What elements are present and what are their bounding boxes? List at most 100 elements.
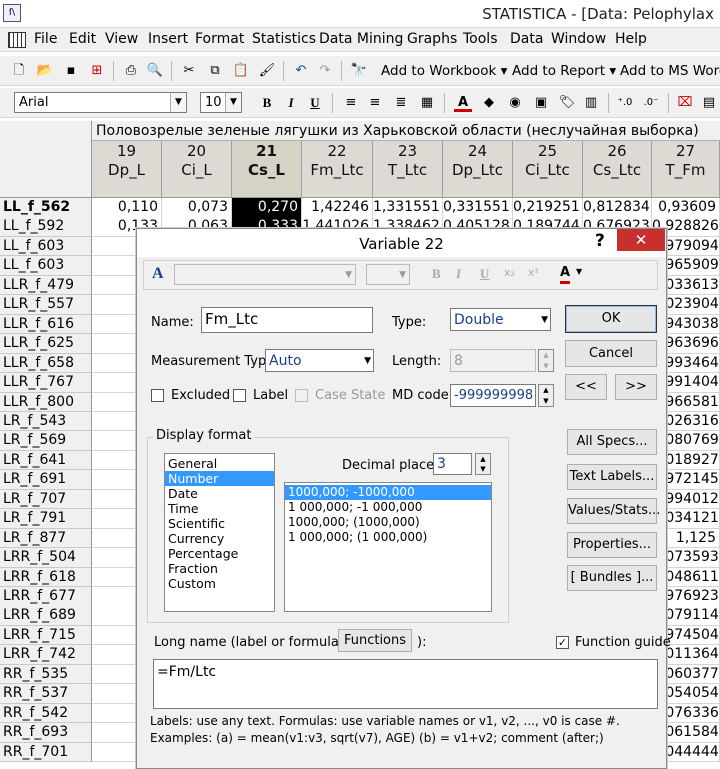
row-header[interactable]: LR_f_791 bbox=[0, 509, 92, 529]
column-icon[interactable]: ▤ bbox=[700, 94, 718, 112]
underline-icon[interactable]: U bbox=[480, 266, 489, 282]
menu-edit[interactable]: Edit bbox=[69, 31, 96, 47]
type-select[interactable]: Double ▼ bbox=[450, 308, 551, 331]
number-format-option[interactable]: 1000,000; (1000,000) bbox=[285, 515, 491, 530]
chevron-down-icon[interactable]: ▼ bbox=[541, 309, 548, 330]
table-cell[interactable]: 0,110 bbox=[92, 198, 162, 218]
row-header[interactable]: LR_f_707 bbox=[0, 489, 92, 510]
cancel-button[interactable]: Cancel bbox=[565, 340, 657, 367]
number-format-option[interactable]: 1 000,000; -1 000,000 bbox=[285, 500, 491, 515]
table-cell[interactable]: 1,42246 bbox=[302, 198, 373, 218]
pdf-icon[interactable]: ⊞ bbox=[88, 62, 106, 80]
row-header[interactable]: LLR_f_658 bbox=[0, 353, 92, 374]
align-left-icon[interactable]: ≡ bbox=[342, 94, 360, 112]
add-to-report-button[interactable]: Add to Report ▾ bbox=[512, 63, 616, 79]
table-cell[interactable]: 0,219251 bbox=[513, 198, 583, 218]
subscript-icon[interactable]: x₂ bbox=[504, 266, 515, 279]
dialog-font-combo[interactable]: ▼ bbox=[174, 264, 356, 285]
row-header[interactable]: LL_f_562 bbox=[0, 198, 92, 218]
align-center-icon[interactable]: ≡ bbox=[366, 94, 384, 112]
text-labels-button[interactable]: Text Labels... bbox=[567, 464, 657, 490]
delete-column-icon[interactable]: ⌧ bbox=[676, 94, 694, 112]
italic-icon[interactable]: I bbox=[282, 94, 300, 112]
row-header[interactable]: LLR_f_800 bbox=[0, 392, 92, 412]
print-icon[interactable]: ⎙ bbox=[122, 62, 140, 80]
table-cell[interactable]: 0,93609 bbox=[652, 198, 720, 218]
grid-icon[interactable]: ▥ bbox=[582, 94, 600, 112]
column-header[interactable]: 21 Cs_L bbox=[232, 141, 302, 198]
column-header[interactable]: 26 Cs_Ltc bbox=[583, 141, 652, 198]
format-option[interactable]: Number bbox=[165, 471, 274, 486]
highlight-color-icon[interactable]: ◆ bbox=[480, 94, 498, 112]
increase-decimal-icon[interactable]: ⁺.0 bbox=[616, 94, 634, 112]
next-button[interactable]: >> bbox=[615, 374, 657, 400]
row-header[interactable]: LL_f_603 bbox=[0, 236, 92, 257]
font-color-icon[interactable]: A bbox=[454, 94, 472, 112]
row-header[interactable]: LRR_f_715 bbox=[0, 625, 92, 646]
properties-button[interactable]: Properties... bbox=[567, 532, 657, 558]
chevron-down-icon[interactable]: ▼ bbox=[225, 93, 241, 112]
format-option[interactable]: Percentage bbox=[165, 546, 274, 561]
format-option[interactable]: General bbox=[165, 456, 274, 471]
format-option[interactable]: Date bbox=[165, 486, 274, 501]
column-header[interactable]: 23 T_Ltc bbox=[373, 141, 443, 198]
table-cell[interactable]: 1,331551 bbox=[373, 198, 443, 218]
table-cell[interactable]: 0,073 bbox=[162, 198, 232, 218]
dialog-size-combo[interactable]: ▼ bbox=[366, 264, 410, 285]
format-option[interactable]: Currency bbox=[165, 531, 274, 546]
row-header[interactable]: LL_f_592 bbox=[0, 217, 92, 237]
fill-color-icon[interactable]: ◉ bbox=[506, 94, 524, 112]
bold-icon[interactable]: B bbox=[432, 266, 441, 282]
menu-tools[interactable]: Tools bbox=[463, 31, 498, 47]
row-header[interactable]: LLR_f_767 bbox=[0, 373, 92, 393]
md-code-input[interactable]: -999999998 bbox=[450, 384, 536, 407]
number-format-listbox[interactable]: 1000,000; -1000,000 1 000,000; -1 000,000… bbox=[284, 482, 492, 612]
redo-icon[interactable]: ↷ bbox=[316, 62, 334, 80]
close-icon[interactable]: ✕ bbox=[617, 229, 665, 251]
menu-data[interactable]: Data bbox=[510, 31, 543, 47]
open-icon[interactable]: 📂 bbox=[36, 62, 54, 80]
column-header[interactable]: 24 Dp_Ltc bbox=[443, 141, 513, 198]
format-option[interactable]: Scientific bbox=[165, 516, 274, 531]
decrease-decimal-icon[interactable]: .0⁻ bbox=[642, 94, 660, 112]
font-color-icon[interactable]: A bbox=[560, 264, 571, 284]
superscript-icon[interactable]: x² bbox=[528, 266, 539, 279]
excluded-checkbox[interactable] bbox=[151, 389, 164, 402]
underline-icon[interactable]: U bbox=[306, 94, 324, 112]
spreadsheet-icon[interactable] bbox=[8, 32, 26, 48]
format-painter-icon[interactable]: 🖌 bbox=[258, 62, 276, 80]
row-header[interactable]: RR_f_542 bbox=[0, 703, 92, 724]
save-icon[interactable]: ▪ bbox=[62, 62, 80, 80]
paste-icon[interactable]: 📋 bbox=[232, 62, 250, 80]
all-specs-button[interactable]: All Specs... bbox=[567, 429, 657, 455]
label-checkbox[interactable] bbox=[233, 389, 246, 402]
print-preview-icon[interactable]: 🔍 bbox=[146, 62, 164, 80]
sheet-corner[interactable] bbox=[0, 121, 92, 198]
align-right-icon[interactable]: ≣ bbox=[392, 94, 410, 112]
ok-button[interactable]: OK bbox=[565, 305, 657, 333]
row-header[interactable]: RR_f_693 bbox=[0, 723, 92, 743]
row-header[interactable]: LR_f_569 bbox=[0, 431, 92, 451]
function-guide-checkbox[interactable]: ✓ bbox=[556, 636, 569, 649]
table-cell[interactable]: 0,331551 bbox=[443, 198, 513, 218]
number-format-option[interactable]: 1000,000; -1000,000 bbox=[285, 485, 491, 500]
add-to-workbook-button[interactable]: Add to Workbook ▾ bbox=[381, 63, 507, 79]
chevron-down-icon[interactable]: ▼ bbox=[364, 350, 371, 371]
bundles-button[interactable]: [ Bundles ]... bbox=[567, 565, 657, 591]
row-header[interactable]: LR_f_877 bbox=[0, 528, 92, 549]
previous-button[interactable]: << bbox=[565, 374, 607, 400]
column-header[interactable]: 27 T_Fm bbox=[652, 141, 720, 198]
row-header[interactable]: LL_f_603 bbox=[0, 256, 92, 276]
row-header[interactable]: LLR_f_479 bbox=[0, 275, 92, 296]
menu-view[interactable]: View bbox=[105, 31, 138, 47]
menu-graphs[interactable]: Graphs bbox=[407, 31, 457, 47]
new-icon[interactable]: 🗋 bbox=[10, 62, 28, 80]
format-option[interactable]: Custom bbox=[165, 576, 274, 591]
name-input[interactable]: Fm_Ltc bbox=[201, 307, 373, 333]
add-to-ms-word-button[interactable]: Add to MS Word bbox=[620, 63, 720, 79]
number-format-option[interactable]: 1 000,000; (1 000,000) bbox=[285, 530, 491, 545]
column-header[interactable]: 20 Ci_L bbox=[162, 141, 232, 198]
column-header[interactable]: 19 Dp_L bbox=[92, 141, 162, 198]
menu-statistics[interactable]: Statistics bbox=[252, 31, 316, 47]
italic-icon[interactable]: I bbox=[456, 266, 461, 282]
